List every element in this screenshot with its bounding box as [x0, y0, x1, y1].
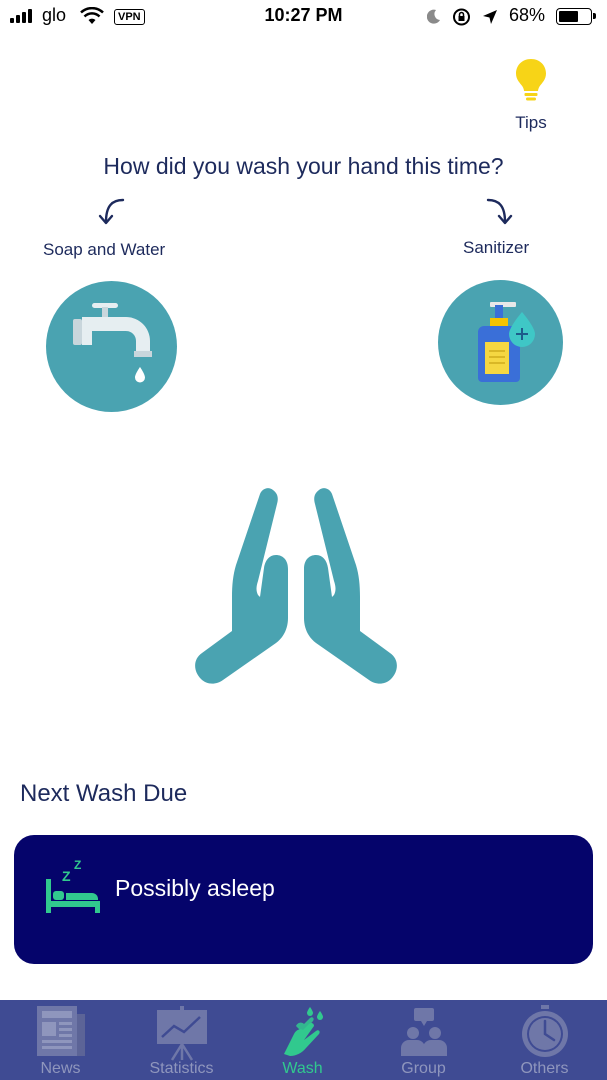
newspaper-icon	[36, 1006, 85, 1056]
next-wash-status-card: Z Z Possibly asleep	[14, 835, 593, 964]
chart-board-icon	[156, 1006, 207, 1061]
tab-others-label: Others	[520, 1060, 569, 1077]
wash-method-question: How did you wash your hand this time?	[103, 153, 504, 179]
sanitizer-bottle-icon	[478, 302, 535, 382]
tab-others[interactable]: Others	[484, 1000, 605, 1080]
battery-icon	[556, 8, 596, 25]
battery-percentage: 68%	[509, 5, 546, 25]
sanitizer-label: Sanitizer	[463, 238, 530, 257]
tab-statistics[interactable]: Statistics	[121, 1000, 242, 1080]
tab-wash-label: Wash	[282, 1060, 323, 1077]
do-not-disturb-moon-icon	[427, 9, 440, 24]
bottom-tab-bar: News Statistics Wash Group Others	[0, 1000, 607, 1080]
svg-text:Z: Z	[62, 868, 71, 884]
tab-news[interactable]: News	[0, 1000, 121, 1080]
location-arrow-icon	[483, 10, 497, 24]
tab-statistics-label: Statistics	[149, 1060, 214, 1077]
sleeping-bed-icon: Z Z	[46, 858, 100, 913]
clock-icon	[521, 1005, 568, 1057]
next-wash-status-text: Possibly asleep	[115, 875, 275, 901]
curved-arrow-down-right-icon	[486, 198, 513, 225]
praying-hands-icon	[195, 488, 397, 684]
orientation-lock-icon	[453, 8, 470, 26]
curved-arrow-down-left-icon	[98, 198, 125, 225]
next-wash-due-title: Next Wash Due	[20, 780, 188, 807]
lightbulb-icon	[516, 59, 546, 101]
soap-and-water-button[interactable]	[46, 281, 177, 412]
soap-and-water-label: Soap and Water	[43, 240, 166, 259]
svg-text:Z: Z	[74, 858, 81, 872]
tips-button[interactable]: Tips	[508, 58, 554, 133]
tips-label: Tips	[515, 113, 547, 132]
tab-group[interactable]: Group	[363, 1000, 484, 1080]
washing-hands-icon	[283, 1007, 323, 1056]
status-bar: glo VPN 10:27 PM 68%	[0, 0, 607, 34]
group-icon	[400, 1008, 447, 1056]
faucet-icon	[73, 303, 152, 383]
sanitizer-button[interactable]	[438, 280, 563, 405]
tab-wash[interactable]: Wash	[242, 1000, 363, 1080]
tab-group-label: Group	[401, 1060, 446, 1077]
tab-news-label: News	[40, 1060, 81, 1077]
